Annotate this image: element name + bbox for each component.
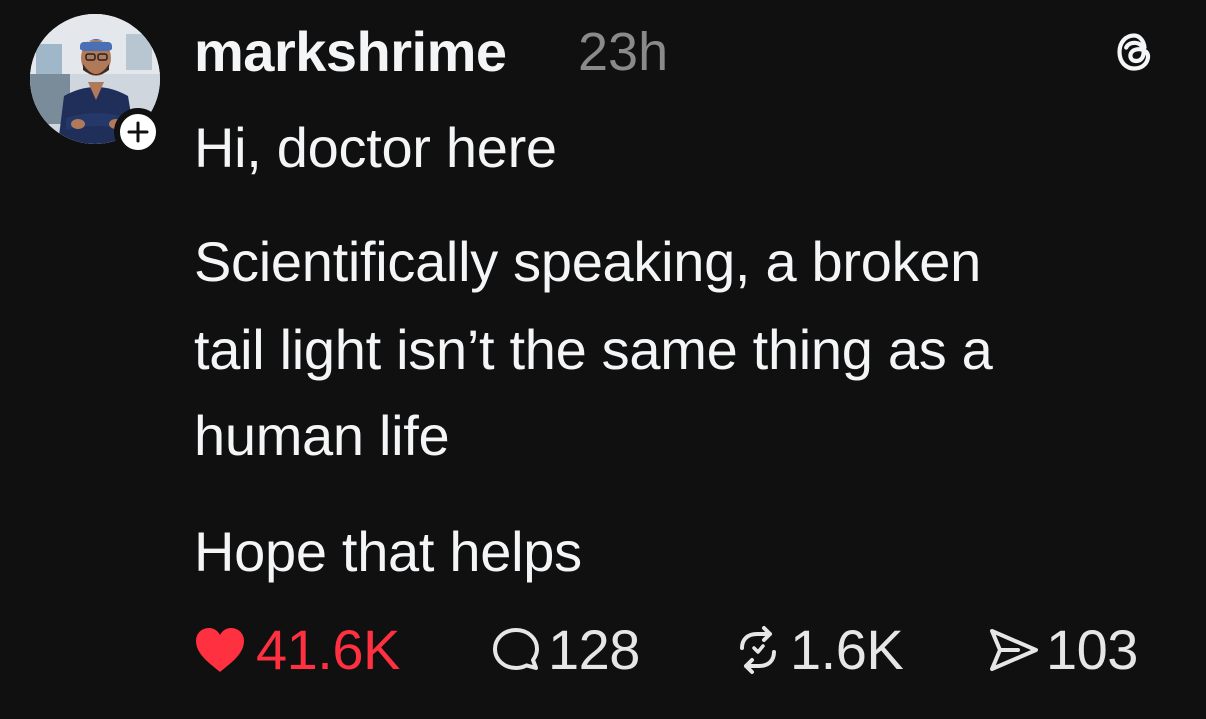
like-button[interactable]: 41.6K (192, 614, 400, 686)
follow-button[interactable] (114, 108, 162, 156)
thread-post: markshrime 23h Hi, doctor here Scientifi… (0, 0, 1206, 719)
plus-icon (127, 121, 149, 143)
avatar-container[interactable] (30, 14, 162, 156)
reply-button[interactable]: 128 (490, 614, 640, 686)
post-timestamp: 23h (578, 22, 669, 82)
repost-count: 1.6K (790, 618, 904, 681)
send-icon (990, 629, 1038, 671)
heart-icon (196, 628, 244, 672)
repost-icon (740, 626, 776, 674)
post-actions: 41.6K 128 1.6K 103 (192, 614, 1182, 686)
comment-icon (493, 628, 539, 670)
post-text-line: Hi, doctor here (194, 116, 557, 179)
share-count: 103 (1046, 618, 1138, 681)
like-count: 41.6K (256, 618, 400, 681)
reply-count: 128 (548, 618, 640, 681)
post-text-line: Scientifically speaking, a broken (194, 230, 981, 293)
username[interactable]: markshrime (194, 16, 507, 88)
repost-button[interactable]: 1.6K (730, 614, 904, 686)
post-text-line: tail light isn’t the same thing as a (194, 318, 993, 381)
post-text-line: human life (194, 404, 450, 467)
share-button[interactable]: 103 (986, 614, 1138, 686)
post-text-line: Hope that helps (194, 520, 582, 583)
threads-logo-icon (1108, 26, 1160, 78)
